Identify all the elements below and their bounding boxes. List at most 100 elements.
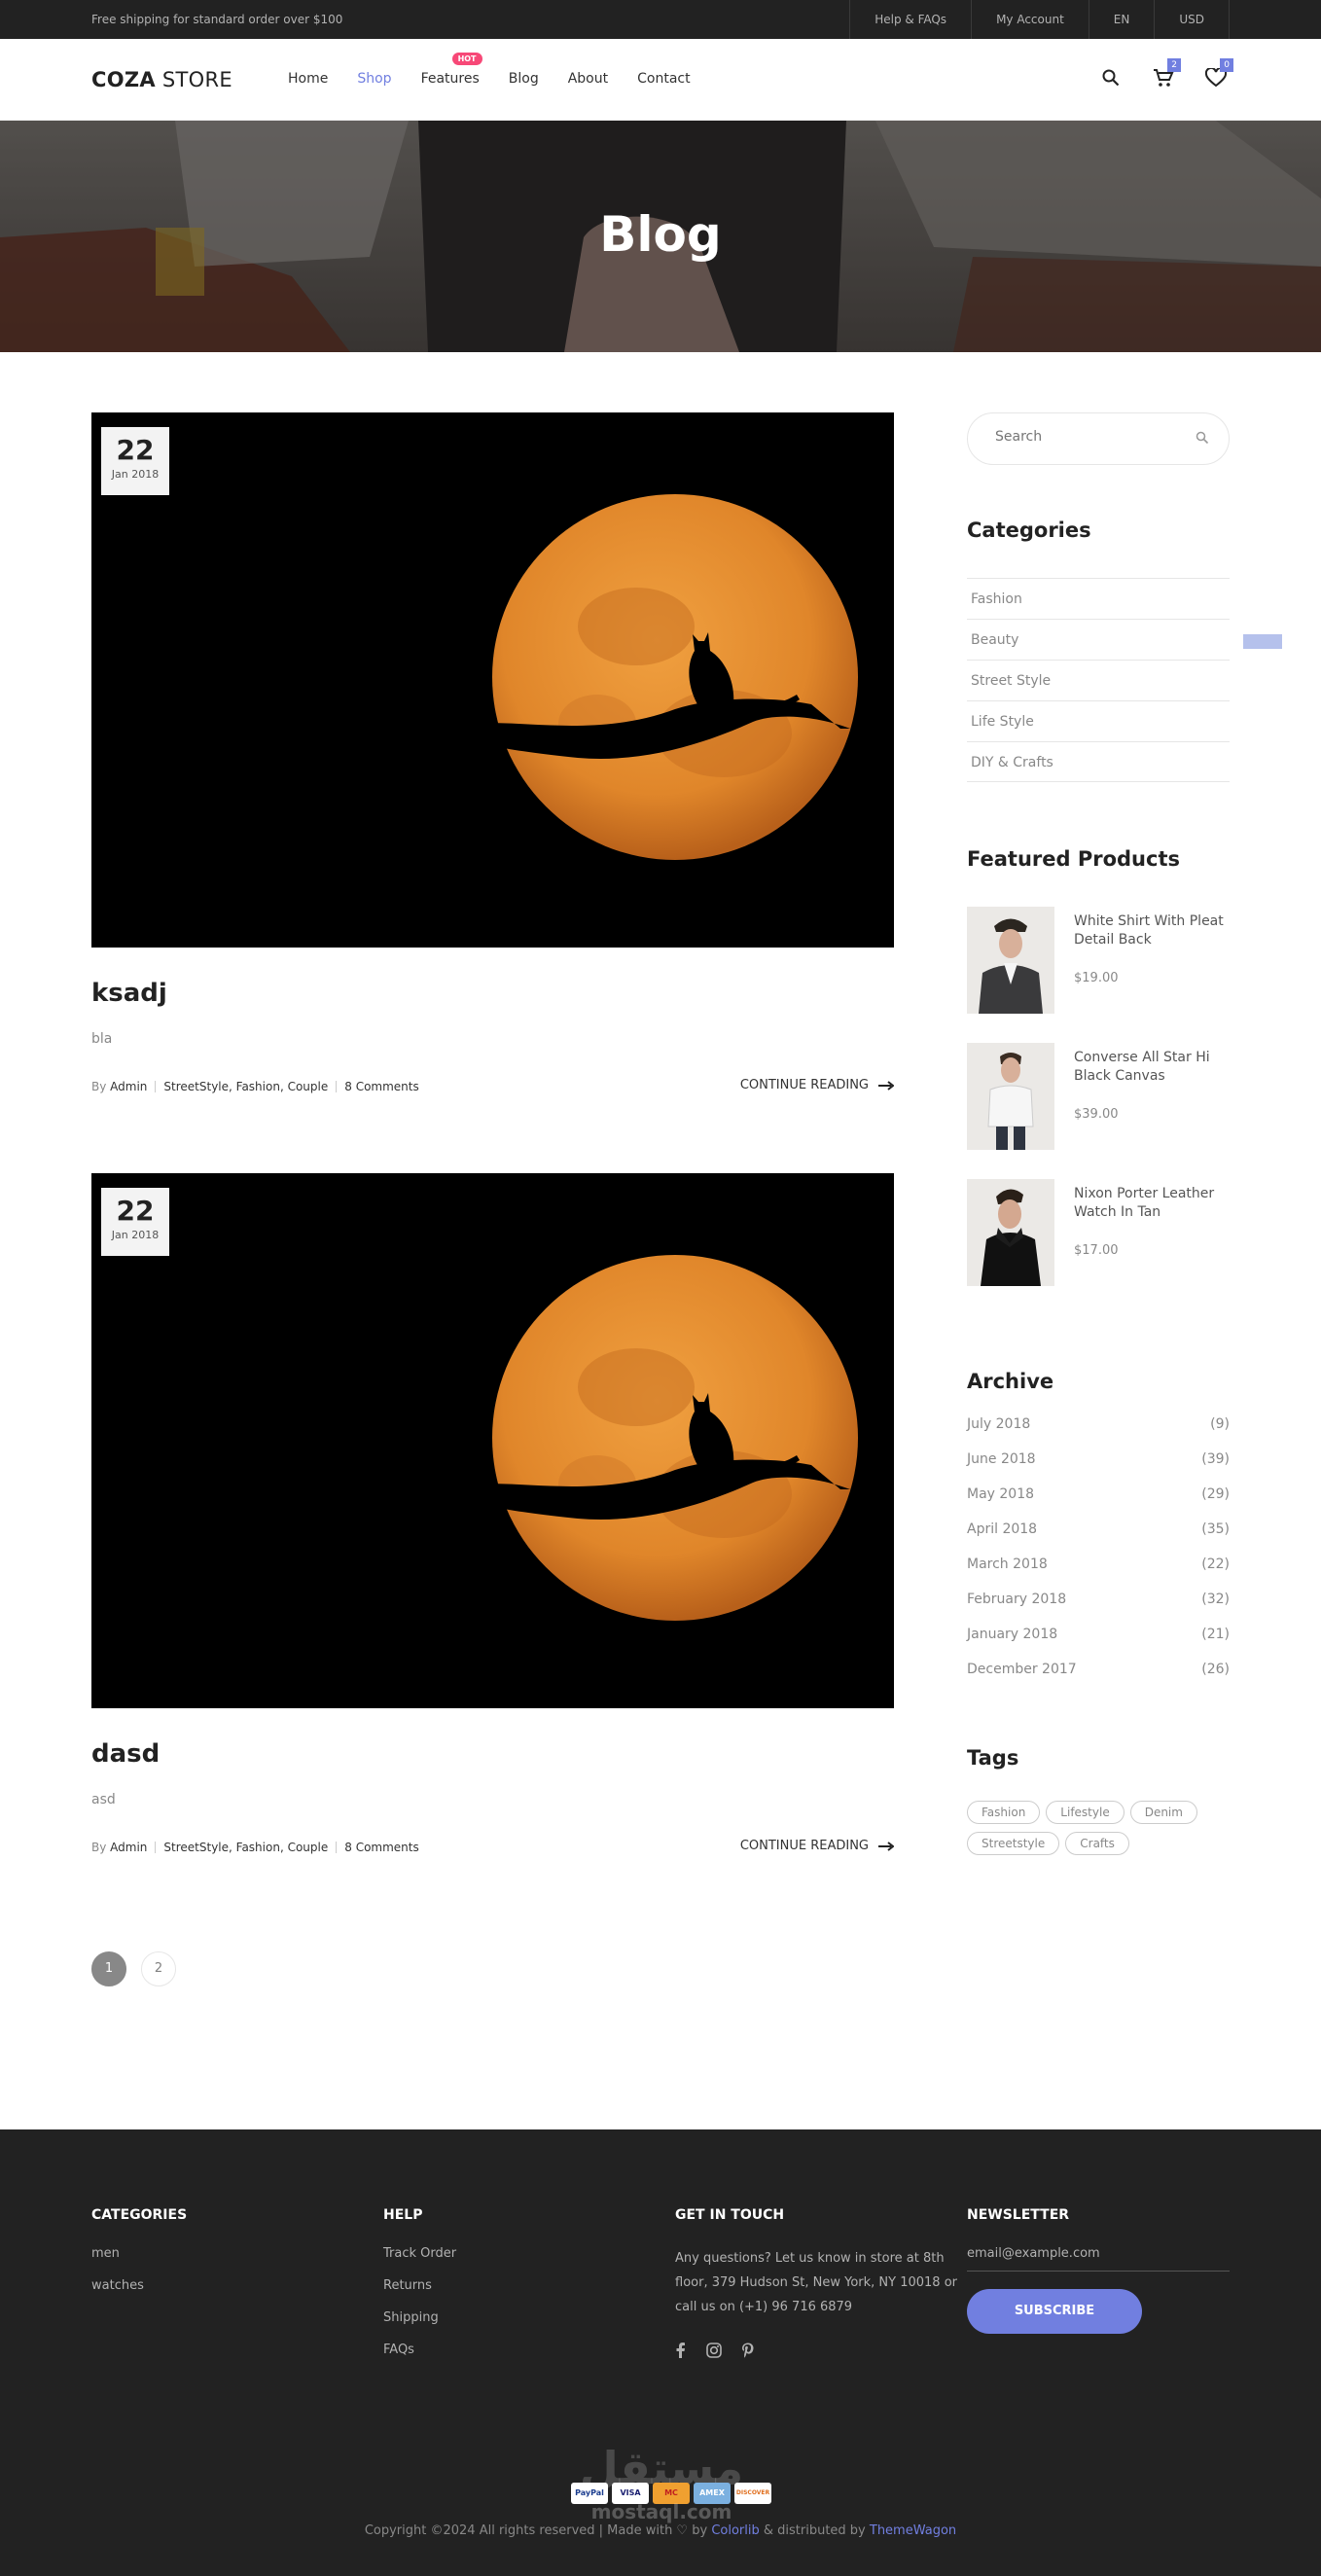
archive-month: February 2018: [967, 1592, 1067, 1607]
archive-item[interactable]: January 2018 (21): [967, 1627, 1230, 1662]
nav-contact[interactable]: Contact: [637, 71, 690, 87]
footer-link[interactable]: watches: [91, 2278, 187, 2293]
footer-link[interactable]: Shipping: [383, 2310, 456, 2325]
archive-count: (29): [1201, 1486, 1230, 1502]
continue-reading-link[interactable]: CONTINUE READING: [740, 1839, 894, 1853]
subscribe-button[interactable]: SUBSCRIBE: [967, 2289, 1142, 2334]
search-icon[interactable]: [1196, 431, 1209, 445]
featured-product[interactable]: Nixon Porter Leather Watch In Tan $17.00: [967, 1179, 1230, 1286]
my-account-link[interactable]: My Account: [971, 0, 1089, 39]
category-item[interactable]: Street Style: [967, 660, 1230, 700]
post-image[interactable]: 22 Jan 2018: [91, 412, 894, 948]
cart-icon[interactable]: 2: [1150, 58, 1181, 91]
language-selector[interactable]: EN: [1088, 0, 1155, 39]
nav-about[interactable]: About: [568, 71, 608, 87]
footer-link[interactable]: men: [91, 2246, 187, 2261]
tag-item[interactable]: Crafts: [1065, 1832, 1129, 1855]
page-1-button[interactable]: 1: [91, 1951, 126, 1986]
continue-reading-label: CONTINUE READING: [739, 1078, 869, 1092]
facebook-icon[interactable]: [675, 2343, 687, 2358]
post-comments[interactable]: 8 Comments: [344, 1080, 419, 1093]
hero-banner: Blog: [0, 121, 1321, 352]
product-thumbnail[interactable]: [967, 1043, 1054, 1150]
product-price: $19.00: [1074, 971, 1119, 985]
footer-link[interactable]: FAQs: [383, 2343, 456, 2357]
search-icon[interactable]: [1097, 64, 1125, 91]
featured-product[interactable]: Converse All Star Hi Black Canvas $39.00: [967, 1043, 1230, 1150]
newsletter-email-field[interactable]: email@example.com: [967, 2246, 1230, 2272]
by-label: By: [91, 1080, 107, 1093]
post-tags[interactable]: StreetStyle, Fashion, Couple: [163, 1080, 328, 1093]
featured-product[interactable]: White Shirt With Pleat Detail Back $19.0…: [967, 907, 1230, 1014]
product-thumbnail[interactable]: [967, 907, 1054, 1014]
category-item[interactable]: Life Style: [967, 700, 1230, 741]
product-name[interactable]: Nixon Porter Leather Watch In Tan: [1074, 1185, 1234, 1222]
nav-shop[interactable]: Shop: [357, 71, 391, 87]
page-2-button[interactable]: 2: [141, 1951, 176, 1986]
product-image: [967, 1043, 1054, 1150]
post-author[interactable]: Admin: [110, 1080, 147, 1093]
cart-count-badge: 2: [1167, 58, 1181, 72]
post-meta: By Admin StreetStyle, Fashion, Couple 8 …: [91, 1080, 419, 1093]
post-excerpt: asd: [91, 1792, 116, 1807]
post-image[interactable]: 22 Jan 2018: [91, 1173, 894, 1708]
category-item[interactable]: DIY & Crafts: [967, 741, 1230, 782]
meta-divider: [336, 1081, 338, 1092]
archive-list: July 2018 (9) June 2018 (39) May 2018 (29) …: [967, 1416, 1230, 1697]
post-title[interactable]: dasd: [91, 1739, 160, 1769]
archive-count: (39): [1201, 1451, 1230, 1467]
post-author[interactable]: Admin: [110, 1841, 147, 1854]
archive-item[interactable]: December 2017 (26): [967, 1662, 1230, 1697]
archive-item[interactable]: July 2018 (9): [967, 1416, 1230, 1451]
tag-cloud: Fashion Lifestyle Denim Streetstyle Craf…: [967, 1801, 1239, 1855]
post-tags[interactable]: StreetStyle, Fashion, Couple: [163, 1841, 328, 1854]
footer-heading: CATEGORIES: [91, 2207, 188, 2223]
themewagon-link[interactable]: ThemeWagon: [870, 2523, 956, 2538]
continue-reading-label: CONTINUE READING: [739, 1839, 869, 1853]
post-comments[interactable]: 8 Comments: [344, 1841, 419, 1854]
post-date: 22 Jan 2018: [101, 427, 169, 495]
category-item[interactable]: Beauty: [967, 619, 1230, 660]
heart-icon[interactable]: 0: [1202, 58, 1233, 91]
meta-divider: [155, 1081, 157, 1092]
footer-link[interactable]: Track Order: [383, 2246, 456, 2261]
product-name[interactable]: White Shirt With Pleat Detail Back: [1074, 912, 1234, 949]
archive-item[interactable]: June 2018 (39): [967, 1451, 1230, 1486]
nav-features[interactable]: Features HOT: [421, 53, 482, 87]
colorlib-link[interactable]: Colorlib: [711, 2523, 759, 2538]
archive-item[interactable]: February 2018 (32): [967, 1592, 1230, 1627]
post-title[interactable]: ksadj: [91, 979, 167, 1008]
featured-products-heading: Featured Products: [967, 847, 1180, 871]
search-input[interactable]: [995, 429, 1180, 445]
nav-blog[interactable]: Blog: [509, 71, 539, 87]
currency-selector[interactable]: USD: [1154, 0, 1230, 39]
tag-item[interactable]: Streetstyle: [967, 1832, 1060, 1855]
product-thumbnail[interactable]: [967, 1179, 1054, 1286]
archive-count: (32): [1201, 1592, 1230, 1607]
post-month: Jan 2018: [111, 1229, 160, 1241]
tag-item[interactable]: Denim: [1129, 1801, 1197, 1824]
product-name[interactable]: Converse All Star Hi Black Canvas: [1074, 1049, 1234, 1086]
help-faqs-link[interactable]: Help & FAQs: [849, 0, 971, 39]
logo[interactable]: COZA STORE: [91, 68, 232, 91]
header-icons: 2 0: [1097, 58, 1233, 91]
footer-contact: GET IN TOUCH Any questions? Let us know …: [675, 2207, 957, 2358]
footer-link[interactable]: Returns: [383, 2278, 456, 2293]
meta-divider: [336, 1842, 338, 1853]
archive-item[interactable]: April 2018 (35): [967, 1521, 1230, 1556]
pinterest-icon[interactable]: [741, 2343, 755, 2358]
archive-heading: Archive: [967, 1370, 1054, 1393]
top-bar: Free shipping for standard order over $1…: [0, 0, 1321, 39]
continue-reading-link[interactable]: CONTINUE READING: [740, 1078, 894, 1092]
archive-count: (22): [1201, 1556, 1230, 1572]
category-list: Fashion Beauty Street Style Life Style D…: [967, 578, 1230, 782]
instagram-icon[interactable]: [706, 2343, 722, 2358]
footer-newsletter: NEWSLETTER email@example.com SUBSCRIBE: [967, 2207, 1230, 2334]
tag-item[interactable]: Lifestyle: [1046, 1801, 1125, 1824]
nav-home[interactable]: Home: [288, 71, 328, 87]
category-item[interactable]: Fashion: [967, 578, 1230, 619]
archive-item[interactable]: March 2018 (22): [967, 1556, 1230, 1592]
arrow-right-icon: [878, 1080, 894, 1091]
tag-item[interactable]: Fashion: [967, 1801, 1041, 1824]
archive-item[interactable]: May 2018 (29): [967, 1486, 1230, 1521]
